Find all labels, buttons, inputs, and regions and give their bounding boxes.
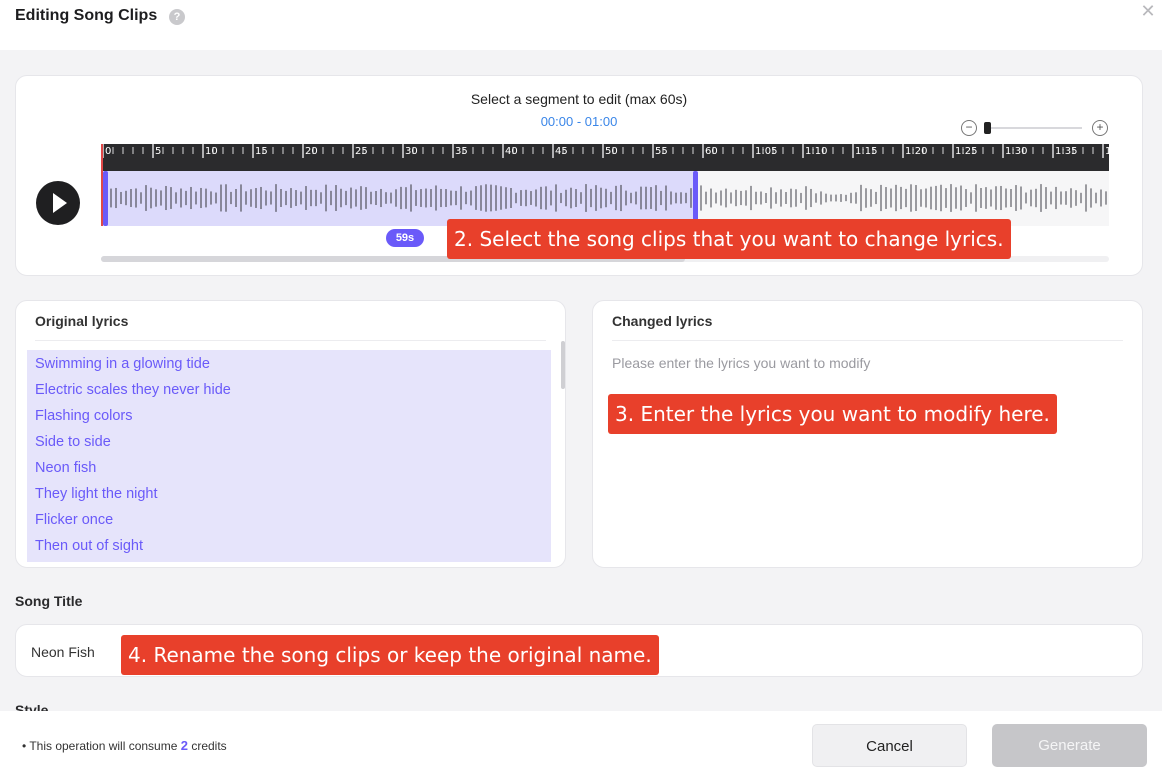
lyric-line[interactable]: Neon fish [27,457,551,483]
selection-duration-badge: 59s [386,229,424,247]
ruler-tick-label: 5 [155,146,162,157]
ruler-tick-label: 30 [405,146,418,157]
question-circle-icon[interactable]: ? [169,9,185,25]
callout-enter-lyrics: 3. Enter the lyrics you want to modify h… [608,394,1057,434]
playhead[interactable] [101,144,103,226]
play-button[interactable] [36,181,80,225]
ruler-tick-label: 1:25 [955,146,978,157]
ruler-tick-label: 1:15 [855,146,878,157]
dialog-header: Editing Song Clips ? ✕ [0,0,1162,50]
ruler-tick-label: 10 [205,146,218,157]
ruler-tick-label: 1:35 [1055,146,1078,157]
lyric-line[interactable]: They light the night [27,483,551,509]
waveform[interactable] [101,171,1109,226]
lyric-line[interactable]: Then out of sight [27,535,551,561]
changed-lyrics-heading: Changed lyrics [612,313,713,329]
ruler-tick-label: 45 [555,146,568,157]
ruler-tick-label: 15 [255,146,268,157]
zoom-out-icon[interactable]: − [961,120,977,136]
changed-lyrics-card: Changed lyrics Please enter the lyrics y… [592,300,1143,568]
lyric-line[interactable]: Swimming in a glowing tide [27,353,551,379]
credits-count: 2 [180,738,188,753]
zoom-slider-track[interactable] [988,127,1082,129]
dialog-footer: • This operation will consume 2 credits … [0,711,1162,773]
divider [35,340,546,341]
lyric-line[interactable]: Side to side [27,431,551,457]
ruler-tick-label: 1:05 [755,146,778,157]
ruler-tick-label: 0 [105,146,112,157]
cancel-button[interactable]: Cancel [812,724,967,767]
ruler-tick-label: 55 [655,146,668,157]
credits-prefix: This operation will consume [29,739,178,753]
ruler-tick-label: 1:20 [905,146,928,157]
song-title-value[interactable]: Neon Fish [31,644,95,660]
selection-end-handle [693,171,698,226]
original-lyrics-list[interactable]: Swimming in a glowing tide Electric scale… [27,350,551,562]
original-lyrics-heading: Original lyrics [35,313,129,329]
callout-select-clips: 2. Select the song clips that you want t… [447,219,1011,259]
ruler-tick-label: 20 [305,146,318,157]
callout-rename: 4. Rename the song clips or keep the ori… [121,635,659,675]
ruler-tick-label: 35 [455,146,468,157]
play-icon [53,193,67,213]
zoom-slider-handle[interactable] [984,122,991,134]
zoom-in-icon[interactable]: + [1092,120,1108,136]
lyrics-scrollbar[interactable] [561,341,565,389]
original-lyrics-card: Original lyrics Swimming in a glowing ti… [15,300,566,568]
dialog-title: Editing Song Clips [15,7,158,24]
close-icon[interactable]: ✕ [1140,1,1156,22]
divider [612,340,1123,341]
ruler-tick-label: 1:10 [805,146,828,157]
ruler-tick-label: 40 [505,146,518,157]
credits-suffix: credits [191,739,227,753]
lyric-line[interactable]: Flicker once [27,509,551,535]
ruler-tick-label: 1:30 [1005,146,1028,157]
timeline-ruler[interactable]: 0 5 10 15 20 25 30 35 40 45 50 55 60 1:05 1:10 1:15 1:20… [101,144,1109,171]
selection-start-handle [103,171,108,226]
credits-note: • This operation will consume 2 credits [22,738,227,753]
segment-heading: Select a segment to edit (max 60s) [470,91,688,107]
lyric-line[interactable]: Electric scales they never hide [27,379,551,405]
waveform-svg [103,171,1107,226]
changed-lyrics-input[interactable]: Please enter the lyrics you want to modi… [612,355,870,371]
ruler-tick-label: 50 [605,146,618,157]
ruler-tick-label: 1 [1105,146,1109,157]
bullet: • [22,739,27,753]
lyric-line[interactable]: Flashing colors [27,405,551,431]
ruler-tick-label: 60 [705,146,718,157]
ruler-tick-label: 25 [355,146,368,157]
generate-button[interactable]: Generate [992,724,1147,767]
song-title-label: Song Title [15,593,83,609]
